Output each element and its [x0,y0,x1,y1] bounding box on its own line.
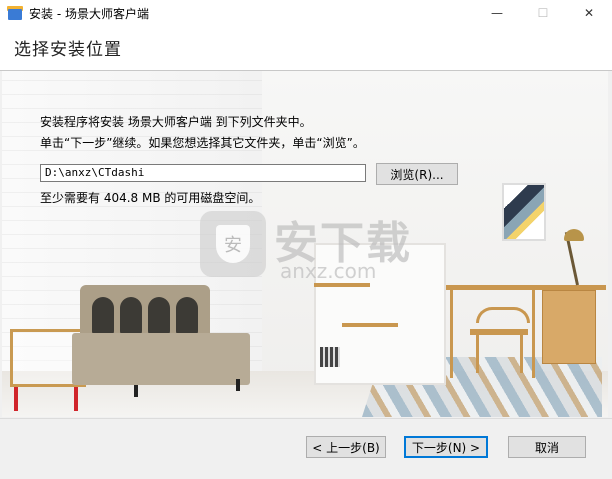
sofa-print-figure [92,297,114,337]
shelf-plank [342,323,398,327]
desk-lamp-shade [564,229,584,241]
sofa-leg [134,385,138,397]
page-header: 选择安装位置 [0,26,612,71]
watermark-glyph: 安 [216,225,250,263]
side-table-leg [14,387,18,411]
close-button[interactable]: ✕ [566,0,612,26]
window-title: 安装 - 场景大师客户端 [29,6,149,21]
wall-picture-frame [502,183,546,241]
back-button[interactable]: < 上一步(B) [306,436,386,458]
next-button[interactable]: 下一步(N) > [404,436,488,458]
chair [476,307,530,323]
watermark-url: anxz.com [280,259,377,283]
desk-leg [450,290,453,378]
chair-leg [520,333,523,373]
footer-divider [0,418,612,419]
desk-drawers [542,290,596,364]
side-table-leg [74,387,78,411]
sofa-print-figure [176,297,198,337]
installer-box-icon [7,5,23,21]
sofa-leg [236,379,240,391]
desk-leg [532,290,535,378]
title-bar: 安装 - 场景大师客户端 — ☐ ✕ [0,0,612,26]
sofa-print-figure [120,297,142,337]
install-path-input[interactable]: D:\anxz\CTdashi [40,164,366,182]
shelf-plank [314,283,370,287]
sofa-print-figure [148,297,170,337]
chair-leg [476,333,479,373]
sofa-cushion [72,333,250,385]
page-title: 选择安装位置 [14,40,122,60]
minimize-button[interactable]: — [474,0,520,26]
maximize-button[interactable]: ☐ [520,0,566,26]
watermark-shield-icon: 安 [200,211,266,277]
books [320,347,340,367]
install-description: 安装程序将安装 场景大师客户端 到下列文件夹中。 [40,115,312,129]
disk-space-requirement: 至少需要有 404.8 MB 的可用磁盘空间。 [40,191,261,205]
install-instructions: 单击“下一步”继续。如果您想选择其它文件夹，单击“浏览”。 [40,136,365,150]
browse-button[interactable]: 浏览(R)... [376,163,458,185]
cancel-button[interactable]: 取消 [508,436,586,458]
